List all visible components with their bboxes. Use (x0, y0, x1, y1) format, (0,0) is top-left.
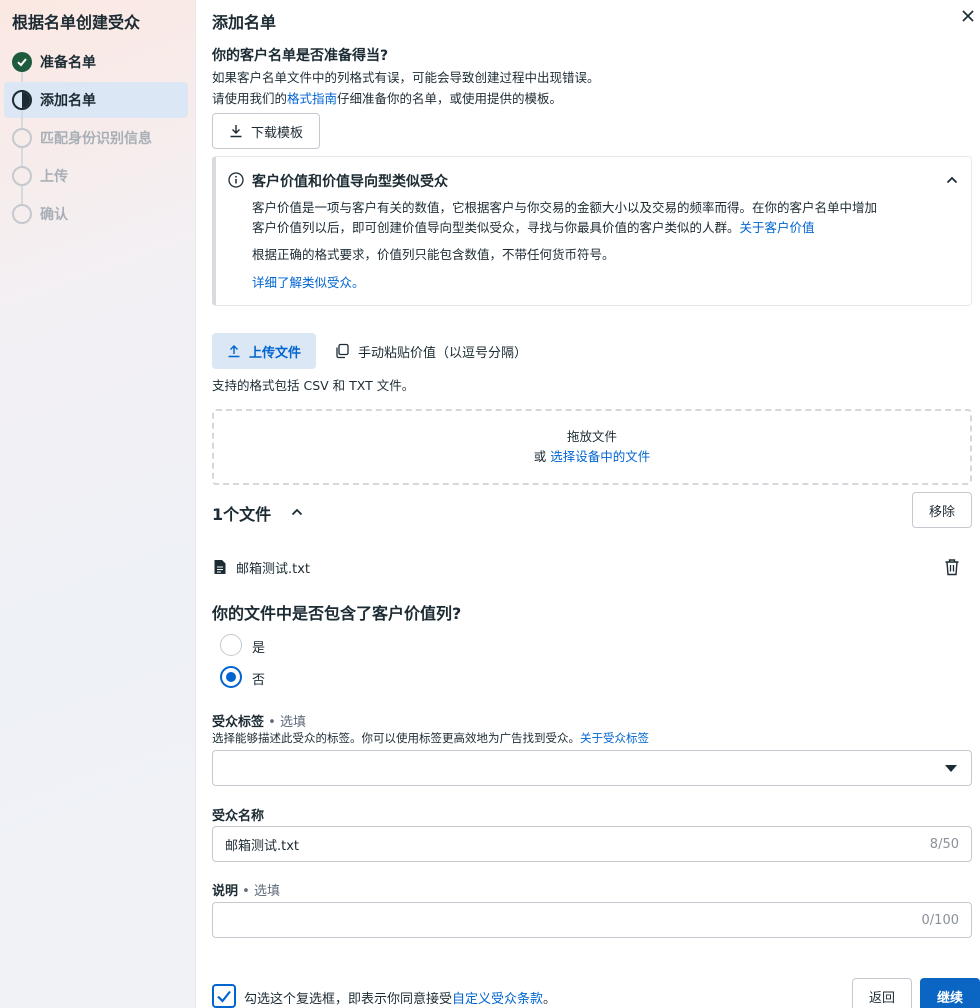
customer-value-info-box: 客户价值和价值导向型类似受众 客户价值是一项与客户有关的数值，它根据客户与你交易… (212, 156, 972, 306)
step-label: 准备名单 (40, 55, 96, 71)
tags-help: 选择能够描述此受众的标签。你可以使用标签更高效地为广告找到受众。 (212, 731, 580, 745)
check-circle-icon (12, 52, 32, 72)
radio-no[interactable] (220, 666, 242, 688)
file-dropzone[interactable]: 拖放文件 或 选择设备中的文件 (212, 409, 972, 485)
dropzone-or: 或 (533, 449, 547, 464)
trash-icon[interactable] (944, 558, 960, 576)
info-p1-line1: 客户价值是一项与客户有关的数值，它根据客户与你交易的金额大小以及交易的频率而得。… (252, 200, 878, 215)
empty-circle-icon (12, 128, 32, 148)
tab-paste-label: 手动粘贴价值（以逗号分隔） (358, 345, 528, 361)
supported-formats-text: 支持的格式包括 CSV 和 TXT 文件。 (212, 378, 415, 393)
download-template-label: 下载模板 (250, 125, 303, 141)
close-icon[interactable] (960, 8, 976, 24)
select-file-link[interactable]: 选择设备中的文件 (550, 449, 650, 464)
half-circle-icon (12, 90, 32, 110)
format-guide-suffix: 仔细准备你的名单，或使用提供的模板。 (337, 91, 563, 106)
radio-no-label: 否 (252, 673, 266, 688)
caret-down-icon (945, 765, 957, 772)
dropzone-subtitle: 或 选择设备中的文件 (534, 447, 651, 467)
step-upload: 上传 (4, 158, 188, 194)
checkmark-icon (217, 990, 231, 1003)
empty-circle-icon (12, 204, 32, 224)
format-guide-prefix: 请使用我们的 (212, 91, 288, 106)
format-warning-text: 如果客户名单文件中的列格式有误，可能会导致创建过程中出现错误。 (212, 70, 600, 85)
step-label: 匹配身份识别信息 (40, 131, 152, 147)
tab-upload-file[interactable]: 上传文件 (212, 333, 316, 369)
continue-button[interactable]: 继续 (920, 978, 980, 1008)
chevron-up-icon[interactable] (290, 505, 304, 519)
lookalike-learn-more-link[interactable]: 详细了解类似受众。 (252, 273, 365, 293)
file-name: 邮箱测试.txt (236, 562, 311, 577)
audience-name-value: 邮箱测试.txt (225, 838, 300, 854)
tab-upload-label: 上传文件 (248, 345, 301, 361)
audience-tags-select[interactable] (212, 750, 972, 786)
radio-yes-label: 是 (252, 641, 266, 656)
back-button[interactable]: 返回 (852, 978, 912, 1008)
tags-help-link[interactable]: 关于受众标签 (580, 731, 649, 745)
remove-button[interactable]: 移除 (912, 492, 972, 528)
terms-checkbox[interactable] (212, 984, 236, 1008)
step-confirm: 确认 (4, 196, 188, 232)
tags-help-text: 选择能够描述此受众的标签。你可以使用标签更高效地为广告找到受众。关于受众标签 (212, 730, 649, 746)
description-label: 说明 • 选填 (212, 880, 280, 899)
terms-text: 勾选这个复选框，即表示你同意接受自定义受众条款。 (244, 988, 556, 1007)
file-icon (214, 560, 226, 574)
format-guide-link[interactable]: 格式指南 (287, 91, 337, 106)
terms-prefix: 勾选这个复选框，即表示你同意接受 (244, 992, 453, 1007)
terms-suffix: 。 (543, 992, 557, 1007)
main-panel: 添加名单 你的客户名单是否准备得当? 如果客户名单文件中的列格式有误，可能会导致… (196, 0, 980, 1008)
audience-name-input[interactable]: 邮箱测试.txt 8/50 (212, 826, 972, 862)
step-label: 确认 (40, 207, 68, 223)
audience-name-label: 受众名称 (212, 809, 265, 824)
description-label-text: 说明 (212, 884, 239, 899)
tags-optional: • 选填 (264, 715, 306, 730)
back-label: 返回 (868, 990, 895, 1006)
info-p1-line2: 客户价值列以后，即可创建价值导向型类似受众，寻找与你最具价值的客户类似的人群。 (252, 220, 740, 235)
step-label: 添加名单 (40, 93, 96, 109)
customer-value-link[interactable]: 关于客户价值 (740, 220, 815, 235)
dropzone-title: 拖放文件 (566, 429, 617, 444)
info-title: 客户价值和价值导向型类似受众 (252, 174, 448, 190)
step-match-identifiers: 匹配身份识别信息 (4, 120, 188, 156)
format-guide-text: 请使用我们的格式指南仔细准备你的名单，或使用提供的模板。 (212, 88, 562, 107)
customer-value-column-question: 你的文件中是否包含了客户价值列? (212, 604, 462, 623)
radio-yes[interactable] (220, 634, 242, 656)
copy-icon (336, 343, 349, 359)
description-input[interactable]: 0/100 (212, 902, 972, 938)
custom-audience-terms-link[interactable]: 自定义受众条款 (452, 992, 543, 1007)
step-add-list[interactable]: 添加名单 (4, 82, 188, 118)
remove-label: 移除 (928, 504, 955, 520)
tags-label-text: 受众标签 (212, 715, 265, 730)
step-prepare-list[interactable]: 准备名单 (4, 44, 188, 80)
description-counter: 0/100 (921, 912, 959, 928)
file-count: 1个文件 (212, 505, 272, 524)
sidebar: 根据名单创建受众 准备名单 添加名单 匹配身份识别信息 上传 确认 (0, 0, 196, 1008)
chevron-up-icon (946, 176, 958, 184)
page-title: 添加名单 (212, 13, 277, 32)
download-icon (230, 125, 242, 138)
audience-name-counter: 8/50 (929, 836, 959, 852)
continue-label: 继续 (936, 990, 963, 1006)
download-template-button[interactable]: 下载模板 (212, 113, 320, 149)
info-icon (228, 172, 244, 188)
upload-icon (228, 345, 240, 358)
audience-tags-label: 受众标签 • 选填 (212, 711, 306, 730)
info-paragraph-1: 客户价值是一项与客户有关的数值，它根据客户与你交易的金额大小以及交易的频率而得。… (252, 198, 962, 238)
info-paragraph-2: 根据正确的格式要求，价值列只能包含数值，不带任何货币符号。 (252, 247, 615, 262)
sidebar-title: 根据名单创建受众 (12, 13, 141, 32)
empty-circle-icon (12, 166, 32, 186)
list-ready-question: 你的客户名单是否准备得当? (212, 48, 389, 64)
tab-manual-paste[interactable]: 手动粘贴价值（以逗号分隔） (334, 333, 527, 369)
step-label: 上传 (40, 169, 68, 185)
description-optional: • 选填 (238, 884, 280, 899)
